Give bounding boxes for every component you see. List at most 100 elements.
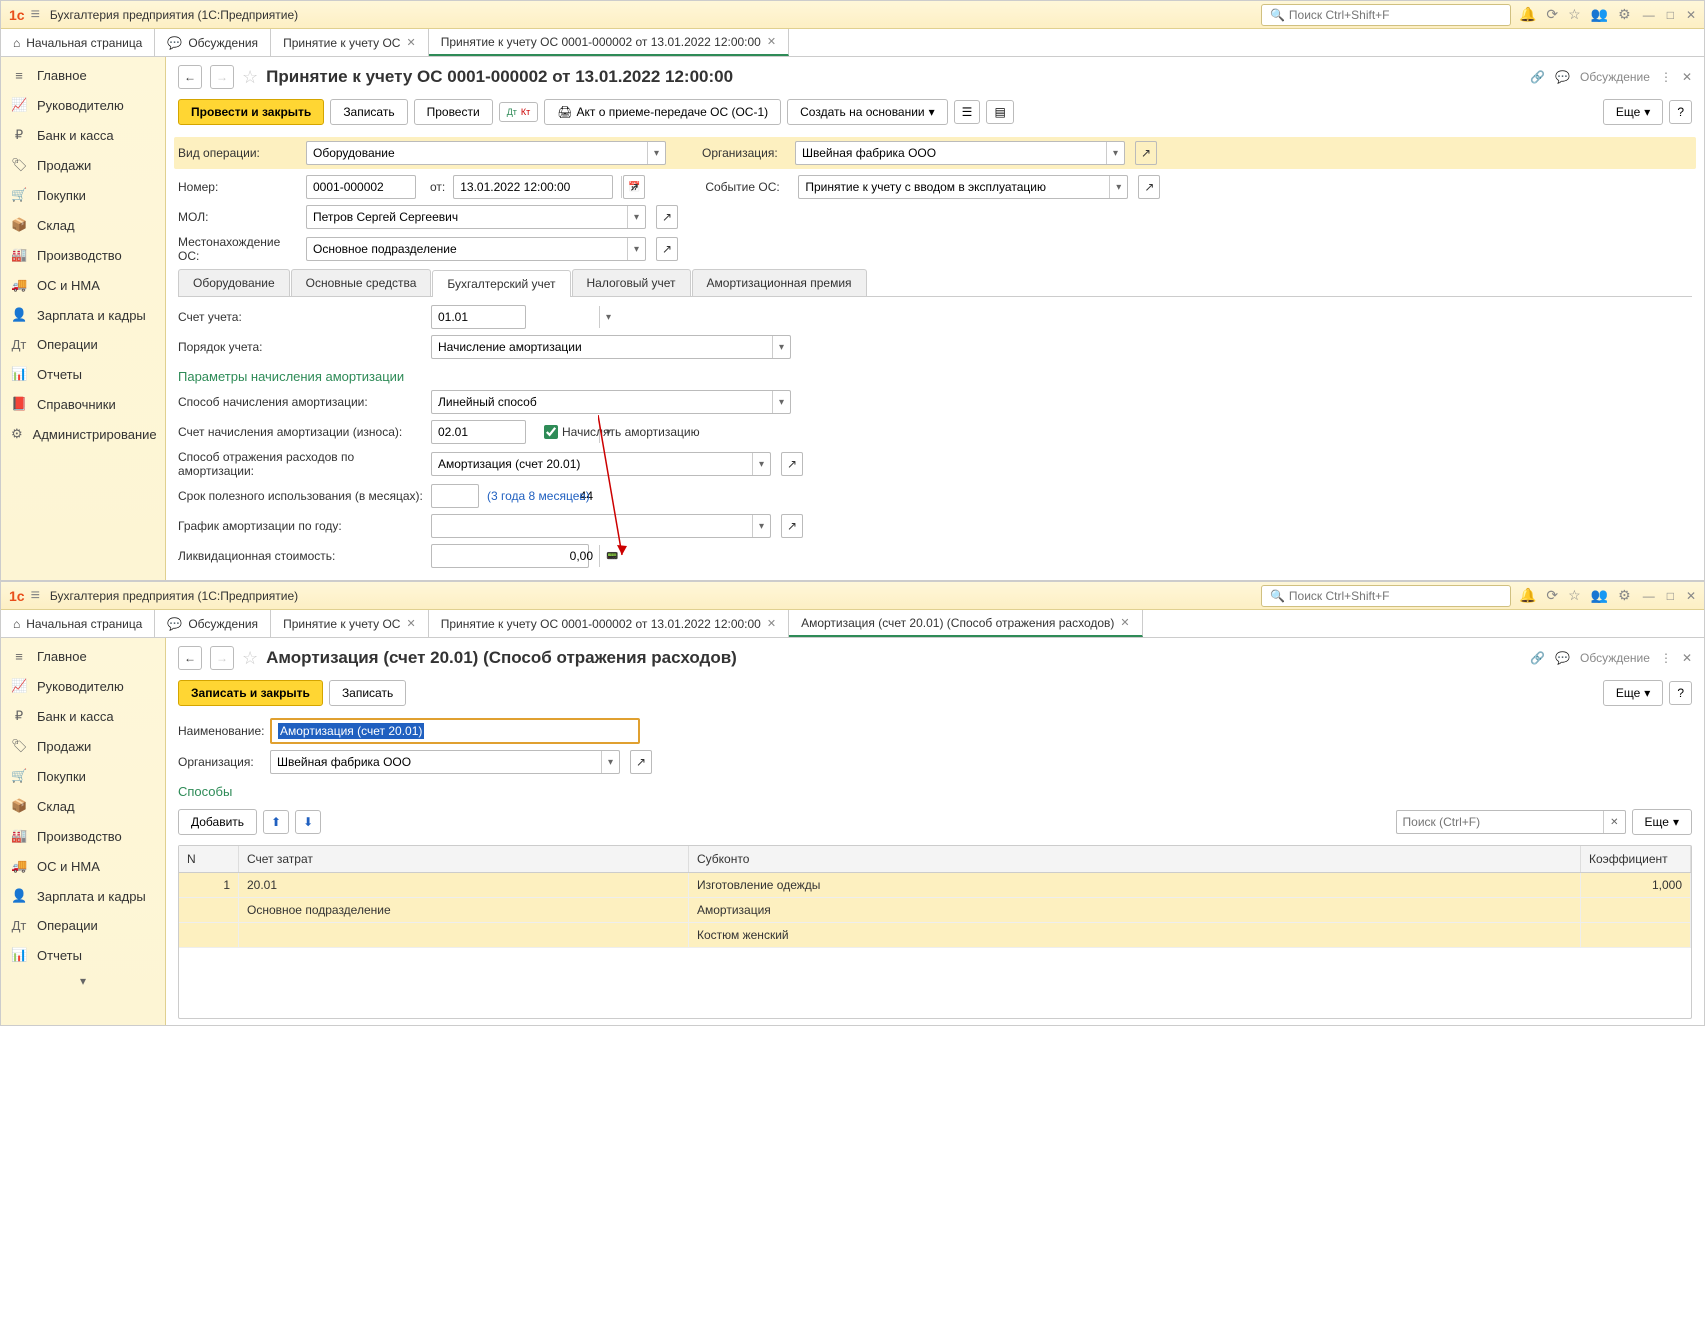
sidebar-item[interactable]: 🏷Продажи xyxy=(1,150,165,180)
dropdown-icon[interactable]: ▾ xyxy=(772,391,790,413)
operation-type-input[interactable] xyxy=(307,142,647,164)
sidebar-item[interactable]: ≡Главное xyxy=(1,61,165,90)
dt-kt-button[interactable]: ДтКт xyxy=(499,102,539,122)
move-up-button[interactable]: ⬆ xyxy=(263,810,289,834)
tab-close-icon[interactable]: ✕ xyxy=(767,35,776,48)
dropdown-icon[interactable]: ▾ xyxy=(752,453,770,475)
date-input[interactable] xyxy=(454,176,621,198)
col-subconto[interactable]: Субконто xyxy=(689,846,1581,872)
open-icon[interactable]: ↗ xyxy=(656,237,678,261)
sidebar-item[interactable]: ₽Банк и касса xyxy=(1,120,165,150)
star-icon[interactable]: ☆ xyxy=(1568,6,1581,23)
discuss-icon[interactable]: 💬 xyxy=(1555,651,1570,665)
favorite-icon[interactable]: ☆ xyxy=(242,67,258,88)
expense-method-input[interactable] xyxy=(432,453,752,475)
depr-method-input[interactable] xyxy=(432,391,772,413)
close-icon[interactable]: ✕ xyxy=(1686,589,1696,603)
sidebar-item[interactable]: ⚙Администрирование xyxy=(1,419,165,449)
sidebar-item[interactable]: 🏭Производство xyxy=(1,821,165,851)
sidebar-item[interactable]: ₽Банк и касса xyxy=(1,701,165,731)
open-icon[interactable]: ↗ xyxy=(656,205,678,229)
sidebar-item[interactable]: ДтОперации xyxy=(1,911,165,940)
open-icon[interactable]: ↗ xyxy=(1135,141,1157,165)
history-icon[interactable]: ⟳ xyxy=(1546,6,1558,23)
clear-search-icon[interactable]: ✕ xyxy=(1603,811,1624,833)
save-button[interactable]: Записать xyxy=(329,680,406,706)
print-act-button[interactable]: 🖨 Акт о приеме-передаче ОС (ОС-1) xyxy=(544,99,781,125)
dropdown-icon[interactable]: ▾ xyxy=(627,238,645,260)
tab-close-icon[interactable]: ✕ xyxy=(406,36,415,49)
tab-doc-list[interactable]: Принятие к учету ОС ✕ xyxy=(271,29,429,56)
account-input[interactable] xyxy=(432,306,599,328)
dropdown-icon[interactable]: ▾ xyxy=(647,142,665,164)
star-icon[interactable]: ☆ xyxy=(1568,587,1581,604)
users-icon[interactable]: 👥 xyxy=(1591,587,1608,604)
main-menu-icon[interactable]: ≡ xyxy=(31,6,40,24)
maximize-icon[interactable]: □ xyxy=(1667,589,1674,603)
dropdown-icon[interactable]: ▾ xyxy=(599,306,617,328)
sidebar-item[interactable]: 🛒Покупки xyxy=(1,180,165,210)
users-icon[interactable]: 👥 xyxy=(1591,6,1608,23)
discuss-icon[interactable]: 💬 xyxy=(1555,70,1570,84)
more-table-button[interactable]: Еще ▾ xyxy=(1632,809,1692,835)
sidebar-item[interactable]: 🚚ОС и НМА xyxy=(1,851,165,881)
discuss-link[interactable]: Обсуждение xyxy=(1580,651,1650,665)
nav-forward-button[interactable]: → xyxy=(210,646,234,670)
create-based-button[interactable]: Создать на основании ▾ xyxy=(787,99,948,125)
sidebar-expand-icon[interactable]: ▾ xyxy=(1,970,165,992)
table-row[interactable]: Основное подразделение Амортизация xyxy=(179,898,1691,923)
tab-doc[interactable]: Принятие к учету ОС 0001-000002 от 13.01… xyxy=(429,610,789,637)
tab-close-icon[interactable]: ✕ xyxy=(406,617,415,630)
event-input[interactable] xyxy=(799,176,1109,198)
move-down-button[interactable]: ⬇ xyxy=(295,810,321,834)
report-button[interactable]: ▤ xyxy=(986,100,1013,124)
sidebar-item[interactable]: 🛒Покупки xyxy=(1,761,165,791)
minimize-icon[interactable]: — xyxy=(1643,8,1655,22)
mol-input[interactable] xyxy=(307,206,627,228)
org-input[interactable] xyxy=(271,751,601,773)
sidebar-item[interactable]: 👤Зарплата и кадры xyxy=(1,881,165,911)
help-button[interactable]: ? xyxy=(1669,100,1692,124)
post-button[interactable]: Провести xyxy=(414,99,493,125)
dropdown-icon[interactable]: ▾ xyxy=(627,206,645,228)
sidebar-item[interactable]: 📈Руководителю xyxy=(1,90,165,120)
main-menu-icon[interactable]: ≡ xyxy=(31,587,40,605)
sidebar-item[interactable]: 👤Зарплата и кадры xyxy=(1,300,165,330)
post-and-close-button[interactable]: Провести и закрыть xyxy=(178,99,324,125)
col-n[interactable]: N xyxy=(179,846,239,872)
close-panel-icon[interactable]: ✕ xyxy=(1682,651,1692,665)
useful-life-note[interactable]: (3 года 8 месяцев) xyxy=(487,489,590,503)
dropdown-icon[interactable]: ▾ xyxy=(1109,176,1127,198)
sidebar-item[interactable]: ≡Главное xyxy=(1,642,165,671)
sidebar-item[interactable]: 📕Справочники xyxy=(1,389,165,419)
tab-discussions[interactable]: 💬 Обсуждения xyxy=(155,29,271,56)
maximize-icon[interactable]: □ xyxy=(1667,8,1674,22)
location-input[interactable] xyxy=(307,238,627,260)
save-button[interactable]: Записать xyxy=(330,99,407,125)
table-row[interactable]: 1 20.01 Изготовление одежды 1,000 xyxy=(179,873,1691,898)
bell-icon[interactable]: 🔔 xyxy=(1519,587,1536,604)
dropdown-icon[interactable]: ▾ xyxy=(752,515,770,537)
bell-icon[interactable]: 🔔 xyxy=(1519,6,1536,23)
settings-icon[interactable]: ⚙ xyxy=(1618,587,1631,604)
discuss-link[interactable]: Обсуждение xyxy=(1580,70,1650,84)
dropdown-icon[interactable]: ▾ xyxy=(772,336,790,358)
save-and-close-button[interactable]: Записать и закрыть xyxy=(178,680,323,706)
open-icon[interactable]: ↗ xyxy=(781,514,803,538)
more-button[interactable]: Еще ▾ xyxy=(1603,680,1663,706)
more-button[interactable]: Еще ▾ xyxy=(1603,99,1663,125)
name-input[interactable]: Амортизация (счет 20.01) xyxy=(272,720,638,742)
calc-depr-checkbox[interactable] xyxy=(544,425,558,439)
sidebar-item[interactable]: 📦Склад xyxy=(1,791,165,821)
search-input[interactable] xyxy=(1289,8,1502,22)
subtab[interactable]: Оборудование xyxy=(178,269,290,296)
table-row[interactable]: Костюм женский xyxy=(179,923,1691,948)
subtab[interactable]: Амортизационная премия xyxy=(692,269,867,296)
tab-home[interactable]: ⌂ Начальная страница xyxy=(1,610,155,637)
col-coefficient[interactable]: Коэффициент xyxy=(1581,846,1691,872)
settings-icon[interactable]: ⚙ xyxy=(1618,6,1631,23)
search-input[interactable] xyxy=(1289,589,1502,603)
subtab[interactable]: Основные средства xyxy=(291,269,432,296)
calculator-icon[interactable]: 📟 xyxy=(599,545,624,567)
structure-button[interactable]: ☰ xyxy=(954,100,981,124)
